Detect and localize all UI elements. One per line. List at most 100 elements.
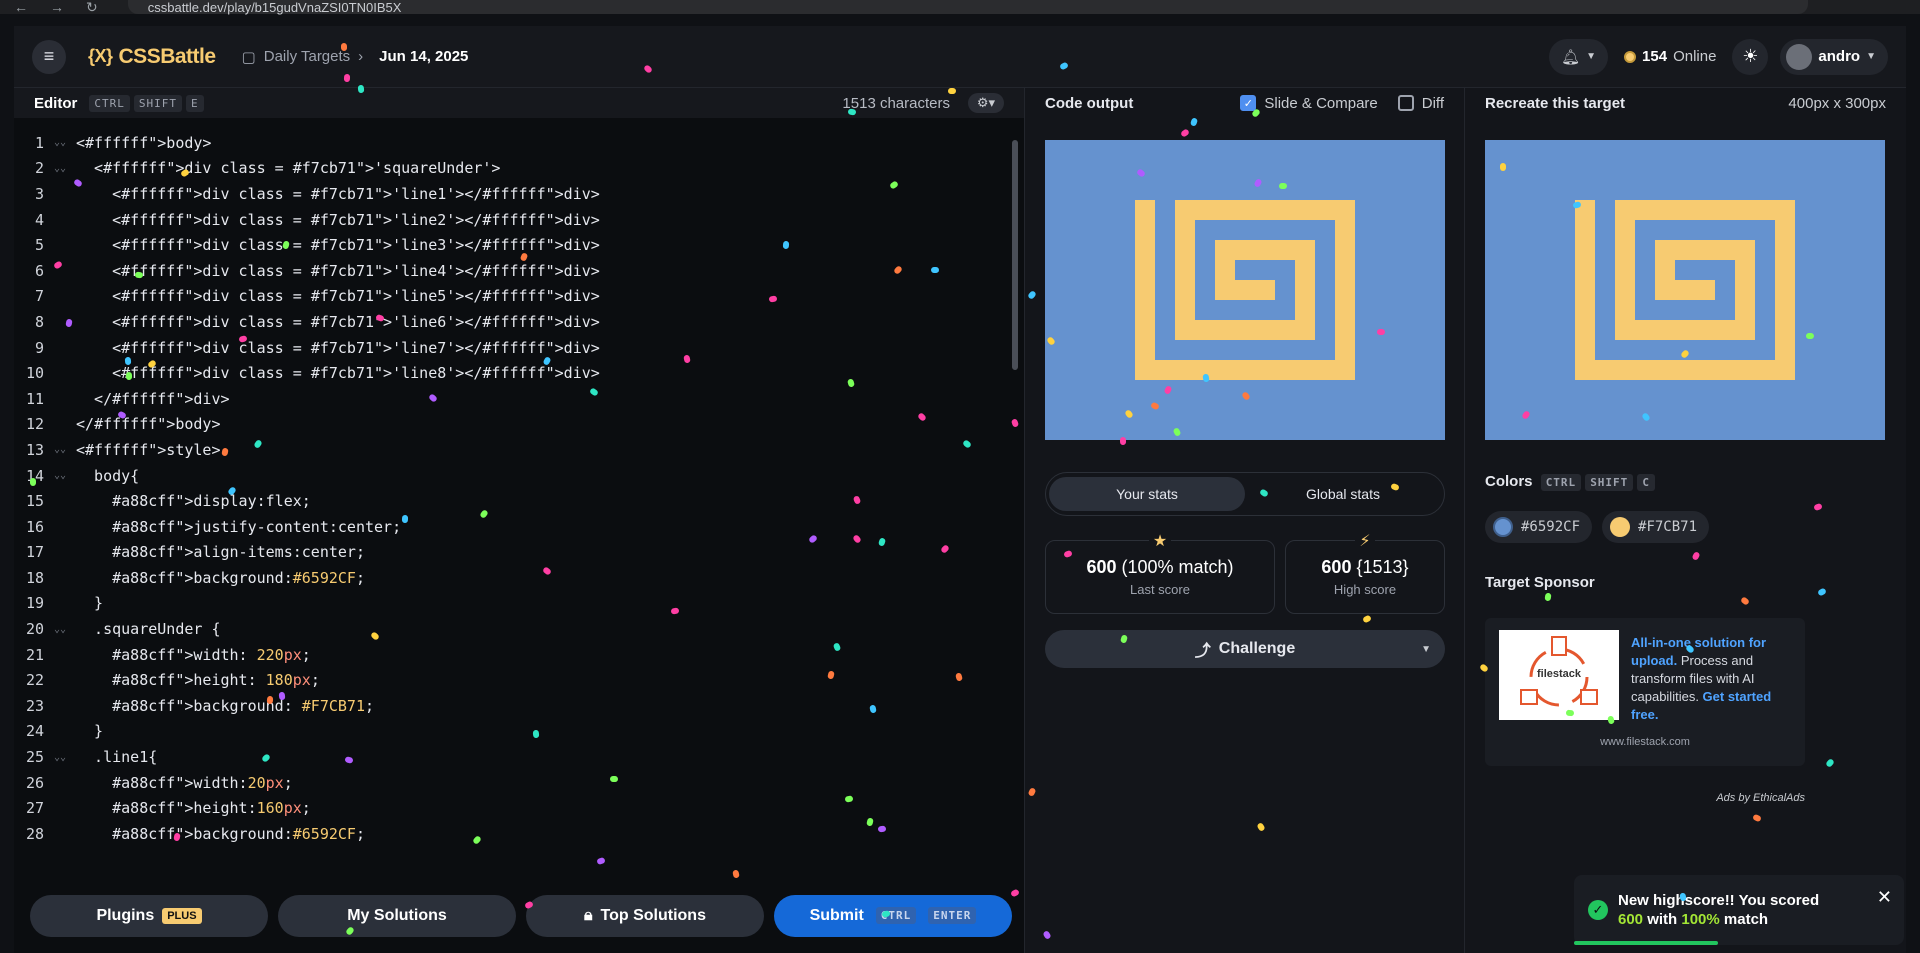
code-line[interactable]: 27 #a88cff">height:160px; [14, 795, 1010, 821]
code-line[interactable]: 21 #a88cff">width: 220px; [14, 642, 1010, 668]
editor-header: Editor CTRL SHIFT E 1513 characters ⚙▾ [14, 88, 1024, 118]
code-line[interactable]: 29 #a88cff">position:relative; [14, 847, 1010, 848]
line-number: 11 [25, 389, 44, 408]
code-line[interactable]: 19 } [14, 591, 1010, 617]
last-score-match: (100% match) [1121, 557, 1234, 577]
app: ≡ {X} CSSBattle ▢ Daily Targets › Jun 14… [14, 26, 1906, 953]
line-number: 9 [34, 338, 44, 357]
line-number: 8 [34, 312, 44, 331]
code-line[interactable]: 20 ⌄⌄ .squareUnder { [14, 616, 1010, 642]
code-line[interactable]: 13 ⌄⌄ <#ffffff">style> [14, 437, 1010, 463]
browser-bar: ← → ↻ cssbattle.dev/play/b15gudVnaZSI0TN… [0, 0, 1920, 927]
top-solutions-button[interactable]: 🔒︎ Top Solutions [526, 894, 764, 937]
address-bar[interactable]: cssbattle.dev/play/b15gudVnaZSI0TN0IB5X [127, 0, 1808, 15]
slide-compare-toggle[interactable]: ✓ Slide & Compare [1240, 95, 1378, 112]
code-line[interactable]: 6 <#ffffff">div class = #f7cb71">'line4'… [14, 258, 1010, 284]
swatch-yellow[interactable]: #F7CB71 [1602, 511, 1710, 543]
code-text: <#ffffff">div class = #f7cb71">'line2'><… [76, 210, 600, 229]
code-line[interactable]: 16 #a88cff">justify-content:center; [14, 514, 1010, 540]
code-line[interactable]: 5 <#ffffff">div class = #f7cb71">'line3'… [14, 232, 1010, 258]
fold-chevron-icon[interactable]: ⌄⌄ [54, 470, 76, 481]
my-solutions-button[interactable]: My Solutions [278, 894, 516, 937]
notifications-button[interactable]: 🔔︎ ▼ [1549, 38, 1609, 75]
forward-icon[interactable]: → [50, 0, 64, 16]
code-text: <#ffffff">div class = #f7cb71">'line6'><… [76, 312, 600, 331]
code-editor[interactable]: 1 ⌄⌄ <#ffffff">body> 2 ⌄⌄ <#ffffff">div clas… [14, 130, 1010, 848]
plugins-button[interactable]: Plugins PLUS [30, 894, 268, 937]
code-line[interactable]: 9 <#ffffff">div class = #f7cb71">'line7'… [14, 335, 1010, 361]
code-line[interactable]: 23 #a88cff">background: #F7CB71; [14, 693, 1010, 719]
code-text: </#ffffff">div> [76, 389, 230, 408]
fold-chevron-icon[interactable]: ⌄⌄ [54, 137, 76, 148]
breadcrumb-daily-targets[interactable]: Daily Targets [264, 48, 350, 65]
code-line[interactable]: 11 </#ffffff">div> [14, 386, 1010, 412]
reload-icon[interactable]: ↻ [86, 0, 98, 16]
user-menu[interactable]: andro ▼ [1780, 38, 1888, 75]
code-line[interactable]: 17 #a88cff">align-items:center; [14, 540, 1010, 566]
tab-your-stats[interactable]: Your stats [1049, 477, 1245, 511]
line-number: 20 [25, 620, 44, 639]
chevron-down-icon: ▼ [1586, 51, 1597, 62]
scrollbar-thumb[interactable] [1012, 140, 1018, 370]
submit-button[interactable]: Submit CTRL ENTER [774, 894, 1012, 937]
code-text: <#ffffff">div class = #f7cb71">'line5'><… [76, 287, 600, 306]
line-number: 22 [25, 671, 44, 690]
fold-chevron-icon[interactable]: ⌄⌄ [54, 752, 76, 763]
line-number: 26 [25, 773, 44, 792]
challenge-button[interactable]: ⤴ Challenge ▼ [1045, 630, 1445, 668]
fold-chevron-icon[interactable]: ⌄⌄ [54, 163, 76, 174]
toast-end: match [1719, 911, 1769, 928]
toast-score: 600 [1618, 911, 1644, 928]
confetti-piece [1377, 328, 1386, 336]
code-line[interactable]: 14 ⌄⌄ body{ [14, 463, 1010, 489]
code-text: #a88cff">align-items:center; [112, 543, 365, 562]
brand-name: CSSBattle [118, 44, 217, 68]
target-canvas[interactable] [1485, 140, 1885, 440]
kbd-shift: SHIFT [1585, 474, 1634, 491]
code-line[interactable]: 8 <#ffffff">div class = #f7cb71">'line6'… [14, 309, 1010, 335]
code-line[interactable]: 1 ⌄⌄ <#ffffff">body> [14, 130, 1010, 156]
close-icon[interactable]: ✕ [1877, 887, 1892, 908]
editor-scrollbar[interactable] [1010, 130, 1020, 848]
sponsor-ad[interactable]: filestack All-in-one solution for upload… [1485, 618, 1805, 766]
fold-chevron-icon[interactable]: ⌄⌄ [54, 624, 76, 635]
target-dimensions: 400px x 300px [1788, 94, 1886, 112]
code-line[interactable]: 7 <#ffffff">div class = #f7cb71">'line5'… [14, 284, 1010, 310]
code-line[interactable]: 2 ⌄⌄ <#ffffff">div class = #f7cb71">'squa… [14, 156, 1010, 182]
code-text: } [76, 594, 104, 613]
kbd-ctrl: CTRL [1540, 474, 1582, 491]
check-icon: ✓ [1240, 95, 1257, 111]
code-line[interactable]: 4 <#ffffff">div class = #f7cb71">'line2'… [14, 207, 1010, 233]
code-text: body{ [76, 466, 140, 485]
code-line[interactable]: 24 } [14, 719, 1010, 745]
code-line[interactable]: 28 #a88cff">background:#6592CF; [14, 821, 1010, 847]
chevron-down-icon[interactable]: ▼ [1421, 644, 1431, 655]
back-icon[interactable]: ← [14, 0, 28, 16]
code-line[interactable]: 26 #a88cff">width:20px; [14, 770, 1010, 796]
code-line[interactable]: 3 <#ffffff">div class = #f7cb71">'line1'… [14, 181, 1010, 207]
code-line[interactable]: 12 </#ffffff">body> [14, 412, 1010, 438]
code-line[interactable]: 25 ⌄⌄ .line1{ [14, 744, 1010, 770]
code-text: #a88cff">display:flex; [112, 492, 311, 511]
brand-logo[interactable]: {X} CSSBattle [88, 45, 216, 69]
fold-chevron-icon[interactable]: ⌄⌄ [54, 444, 76, 455]
code-line[interactable]: 22 #a88cff">height: 180px; [14, 667, 1010, 693]
online-count: 154 [1642, 48, 1668, 65]
swatch-blue[interactable]: #6592CF [1485, 511, 1593, 543]
line-number: 12 [25, 415, 44, 434]
ethical-ads-link[interactable]: Ads by EthicalAds [1485, 792, 1805, 804]
diff-toggle[interactable]: Diff [1397, 95, 1444, 112]
code-line[interactable]: 18 #a88cff">background:#6592CF; [14, 565, 1010, 591]
code-text: <#ffffff">div class = #f7cb71">'line8'><… [76, 364, 600, 383]
tab-global-stats[interactable]: Global stats [1245, 477, 1441, 511]
breadcrumb: ▢ Daily Targets › Jun 14, 2025 [242, 48, 469, 66]
line-number: 24 [25, 722, 44, 741]
code-text: #a88cff">background: #F7CB71; [112, 696, 375, 715]
brand-mark: {X} [88, 46, 113, 66]
hamburger-icon[interactable]: ≡ [32, 39, 66, 74]
target-panel: Recreate this target 400px x 300px Color… [1464, 88, 1906, 953]
target-header: Recreate this target 400px x 300px [1465, 88, 1906, 118]
code-line[interactable]: 10 <#ffffff">div class = #f7cb71">'line8… [14, 360, 1010, 386]
sun-icon[interactable]: ☀ [1732, 38, 1769, 75]
gear-icon[interactable]: ⚙▾ [968, 93, 1004, 113]
